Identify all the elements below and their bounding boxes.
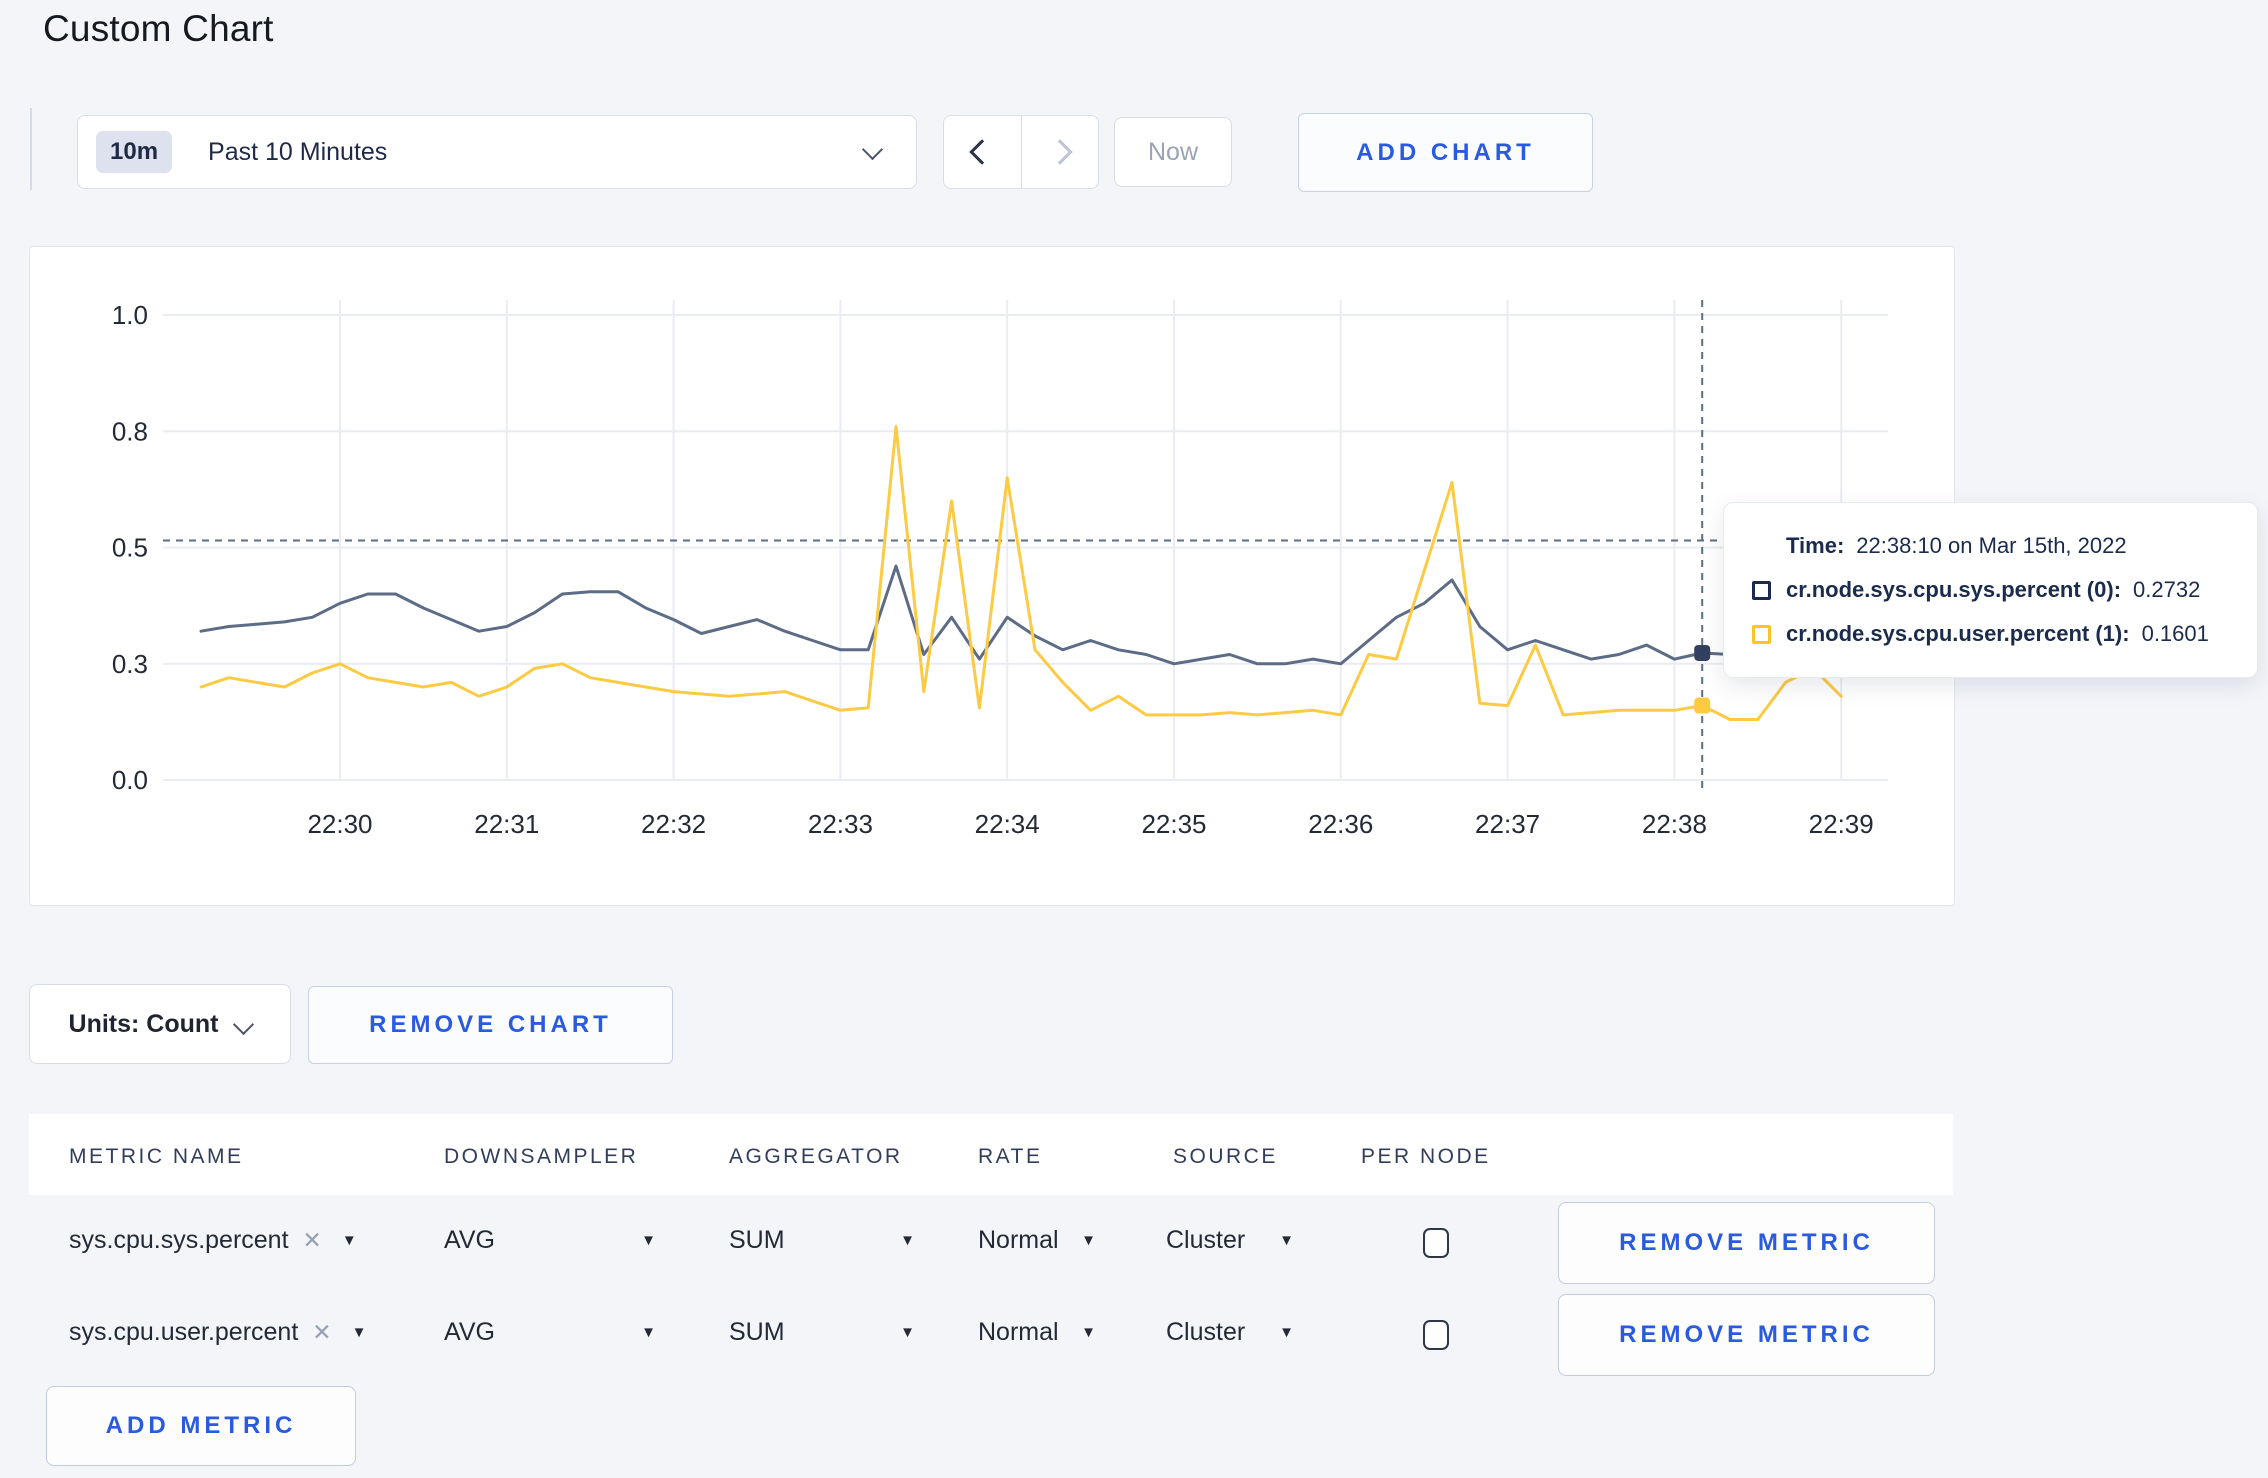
custom-chart-page: Custom Chart 10m Past 10 Minutes Now ADD… [0, 0, 2268, 1478]
sys-series-swatch-icon [1752, 580, 1771, 600]
caret-down-icon: ▼ [641, 1232, 656, 1249]
caret-down-icon: ▼ [1279, 1324, 1294, 1341]
tooltip-sys-value: 0.2732 [2133, 577, 2201, 602]
time-range-dropdown[interactable]: 10m Past 10 Minutes [77, 115, 917, 189]
toolbar-divider [30, 108, 32, 190]
downsampler-value: AVG [444, 1226, 495, 1254]
user-series-swatch-icon [1752, 624, 1771, 644]
caret-down-icon: ▼ [1081, 1324, 1096, 1341]
source-dropdown[interactable]: Cluster ▼ [1166, 1318, 1294, 1347]
remove-metric-x-icon[interactable]: ✕ [312, 1319, 331, 1346]
metric-name-value: sys.cpu.sys.percent [69, 1226, 289, 1254]
time-window-badge: 10m [96, 131, 173, 173]
rate-dropdown[interactable]: Normal ▼ [978, 1226, 1096, 1255]
chevron-left-icon [969, 139, 995, 165]
col-header-rate: RATE [978, 1145, 1043, 1168]
remove-metric-button[interactable]: REMOVE METRIC [1558, 1202, 1935, 1284]
aggregator-value: SUM [729, 1226, 785, 1254]
downsampler-dropdown[interactable]: AVG ▼ [444, 1318, 656, 1347]
metric-name-value: sys.cpu.user.percent [69, 1318, 299, 1346]
tooltip-series-user-row: cr.node.sys.cpu.user.percent (1): 0.1601 [1752, 621, 2257, 647]
remove-metric-button[interactable]: REMOVE METRIC [1558, 1294, 1935, 1376]
chart-card[interactable] [29, 246, 1955, 906]
aggregator-dropdown[interactable]: SUM ▼ [729, 1318, 915, 1347]
metric-name-dropdown[interactable]: sys.cpu.user.percent ✕ ▼ [69, 1318, 366, 1347]
time-range-nav [943, 115, 1099, 189]
tooltip-time-row: Time: 22:38:10 on Mar 15th, 2022 [1752, 533, 2257, 559]
tooltip-time-value: 22:38:10 on Mar 15th, 2022 [1856, 533, 2127, 558]
caret-down-icon: ▼ [900, 1324, 915, 1341]
caret-down-icon: ▼ [1279, 1232, 1294, 1249]
tooltip-sys-label: cr.node.sys.cpu.sys.percent (0): [1786, 577, 2122, 602]
units-dropdown[interactable]: Units: Count [29, 984, 291, 1064]
page-title: Custom Chart [43, 8, 274, 49]
now-button[interactable]: Now [1114, 117, 1232, 187]
metric-name-dropdown[interactable]: sys.cpu.sys.percent ✕ ▼ [69, 1226, 357, 1255]
tooltip-series-sys-row: cr.node.sys.cpu.sys.percent (0): 0.2732 [1752, 577, 2257, 603]
col-header-aggregator: AGGREGATOR [729, 1145, 903, 1168]
prev-range-button[interactable] [944, 116, 1022, 188]
chevron-right-icon [1047, 139, 1073, 165]
caret-down-icon: ▼ [351, 1324, 367, 1341]
source-dropdown[interactable]: Cluster ▼ [1166, 1226, 1294, 1255]
rate-dropdown[interactable]: Normal ▼ [978, 1318, 1096, 1347]
chevron-down-icon [861, 138, 884, 161]
rate-value: Normal [978, 1318, 1059, 1346]
per-node-checkbox[interactable] [1423, 1320, 1449, 1350]
source-value: Cluster [1166, 1226, 1246, 1254]
col-header-downsampler: DOWNSAMPLER [444, 1145, 639, 1168]
chart-hover-tooltip: Time: 22:38:10 on Mar 15th, 2022 cr.node… [1723, 502, 2258, 678]
caret-down-icon: ▼ [900, 1232, 915, 1249]
caret-down-icon: ▼ [341, 1232, 357, 1249]
remove-metric-x-icon[interactable]: ✕ [303, 1227, 322, 1254]
per-node-checkbox[interactable] [1423, 1228, 1449, 1258]
downsampler-dropdown[interactable]: AVG ▼ [444, 1226, 656, 1255]
tooltip-user-label: cr.node.sys.cpu.user.percent (1): [1786, 621, 2130, 646]
col-header-per-node: PER NODE [1361, 1145, 1491, 1168]
downsampler-value: AVG [444, 1318, 495, 1346]
tooltip-time-label: Time: [1786, 533, 1845, 558]
col-header-metric-name: METRIC NAME [69, 1145, 244, 1168]
add-metric-button[interactable]: ADD METRIC [46, 1386, 356, 1466]
units-label: Units: Count [68, 1009, 219, 1038]
col-header-source: SOURCE [1173, 1145, 1278, 1168]
aggregator-dropdown[interactable]: SUM ▼ [729, 1226, 915, 1255]
tooltip-user-value: 0.1601 [2141, 621, 2209, 646]
source-value: Cluster [1166, 1318, 1246, 1346]
chevron-down-icon [233, 1013, 255, 1035]
remove-chart-button[interactable]: REMOVE CHART [308, 986, 673, 1064]
caret-down-icon: ▼ [1081, 1232, 1096, 1249]
time-window-label: Past 10 Minutes [208, 137, 388, 166]
add-chart-button[interactable]: ADD CHART [1298, 113, 1593, 192]
aggregator-value: SUM [729, 1318, 785, 1346]
rate-value: Normal [978, 1226, 1059, 1254]
next-range-button[interactable] [1022, 116, 1099, 188]
caret-down-icon: ▼ [641, 1324, 656, 1341]
